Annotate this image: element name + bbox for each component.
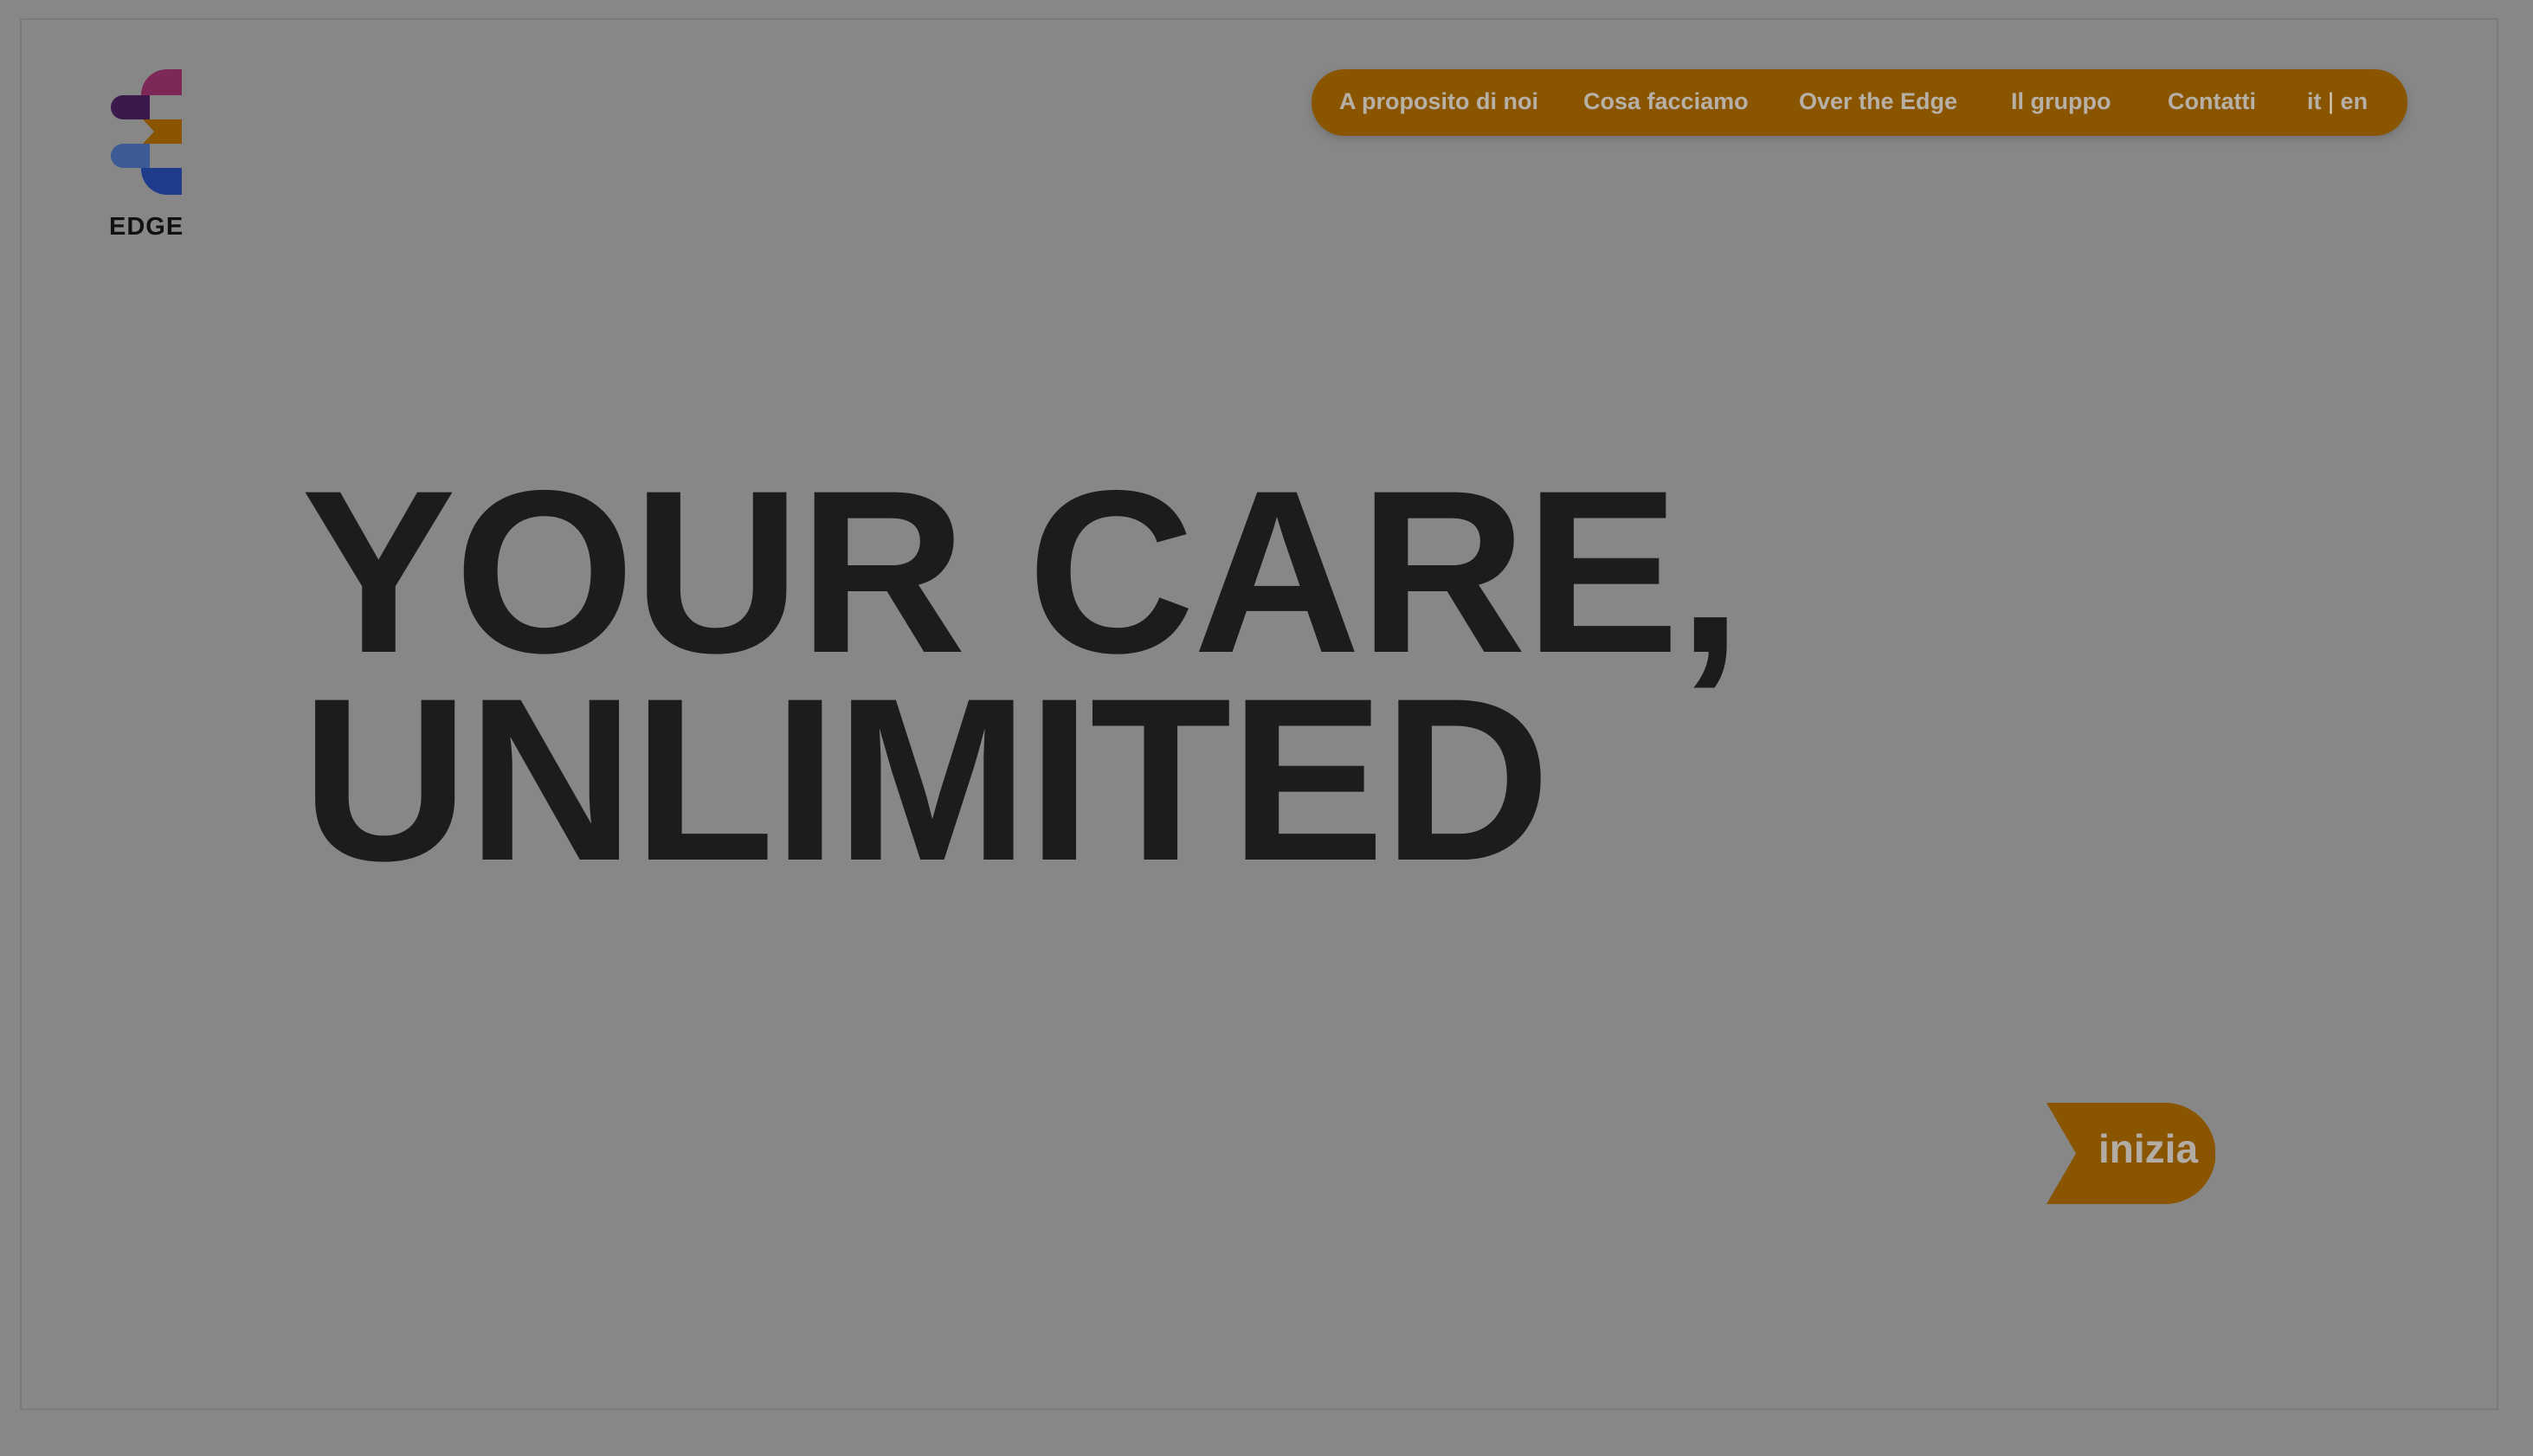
nav-item-about[interactable]: A proposito di noi [1339, 88, 1538, 115]
nav-item-group[interactable]: Il gruppo [2011, 88, 2111, 115]
hero-line-1: YOUR CARE, [301, 441, 1743, 701]
language-switcher: it | en [2307, 88, 2368, 115]
main-nav: A proposito di noi Cosa facciamo Over th… [1312, 69, 2407, 136]
start-button-label: inizia [2098, 1126, 2199, 1171]
lang-en-link[interactable]: en [2341, 88, 2369, 114]
start-button[interactable]: inizia [2046, 1103, 2215, 1204]
hero-line-2: UNLIMITED [301, 649, 1550, 909]
edge-logo-icon [111, 69, 182, 195]
lang-it-link[interactable]: it [2307, 88, 2322, 114]
nav-item-services[interactable]: Cosa facciamo [1583, 88, 1749, 115]
brand-name: EDGE [109, 213, 184, 241]
hero-heading: YOUR CARE, UNLIMITED [301, 441, 1773, 909]
nav-item-contacts[interactable]: Contatti [2168, 88, 2256, 115]
lang-separator: | [2328, 88, 2335, 114]
nav-item-over-the-edge[interactable]: Over the Edge [1799, 88, 1957, 115]
